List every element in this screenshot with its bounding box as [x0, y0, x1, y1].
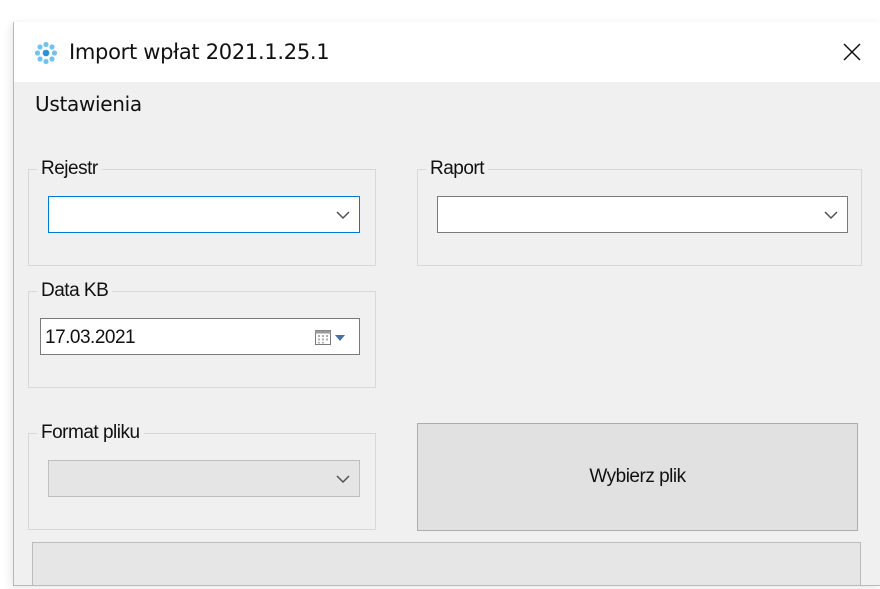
main-content: Rejestr Raport Data KB 17.03.2021 Format…: [14, 124, 880, 586]
data-kb-label: Data KB: [37, 280, 113, 302]
rejestr-label: Rejestr: [37, 158, 102, 180]
format-pliku-combobox[interactable]: [48, 460, 360, 497]
close-icon: [843, 43, 861, 61]
title-bar: Import wpłat 2021.1.25.1: [14, 22, 880, 82]
rejestr-combobox[interactable]: [48, 196, 360, 233]
raport-label: Raport: [426, 158, 489, 180]
app-icon: [34, 41, 58, 65]
format-pliku-label: Format pliku: [37, 422, 144, 444]
data-kb-date-value: 17.03.2021: [45, 327, 136, 348]
rejestr-group: Rejestr: [28, 158, 376, 266]
window-title: Import wpłat 2021.1.25.1: [69, 40, 330, 64]
raport-group: Raport: [417, 158, 862, 266]
chevron-down-icon: [336, 475, 350, 484]
raport-combobox[interactable]: [437, 196, 848, 233]
data-kb-date-picker[interactable]: 17.03.2021: [40, 318, 360, 355]
calendar-icon[interactable]: [315, 330, 349, 346]
chevron-down-icon: [336, 211, 350, 220]
menu-bar: Ustawienia: [14, 82, 880, 124]
app-window: Import wpłat 2021.1.25.1 Ustawienia Reje…: [13, 22, 880, 586]
data-kb-group: Data KB 17.03.2021: [28, 280, 376, 388]
chevron-down-icon: [824, 211, 838, 220]
progress-bar: [32, 542, 861, 586]
menu-item-ustawienia[interactable]: Ustawienia: [35, 92, 142, 116]
close-button[interactable]: [832, 32, 872, 72]
wybierz-plik-button[interactable]: Wybierz plik: [417, 423, 858, 531]
format-pliku-group: Format pliku: [28, 422, 376, 530]
